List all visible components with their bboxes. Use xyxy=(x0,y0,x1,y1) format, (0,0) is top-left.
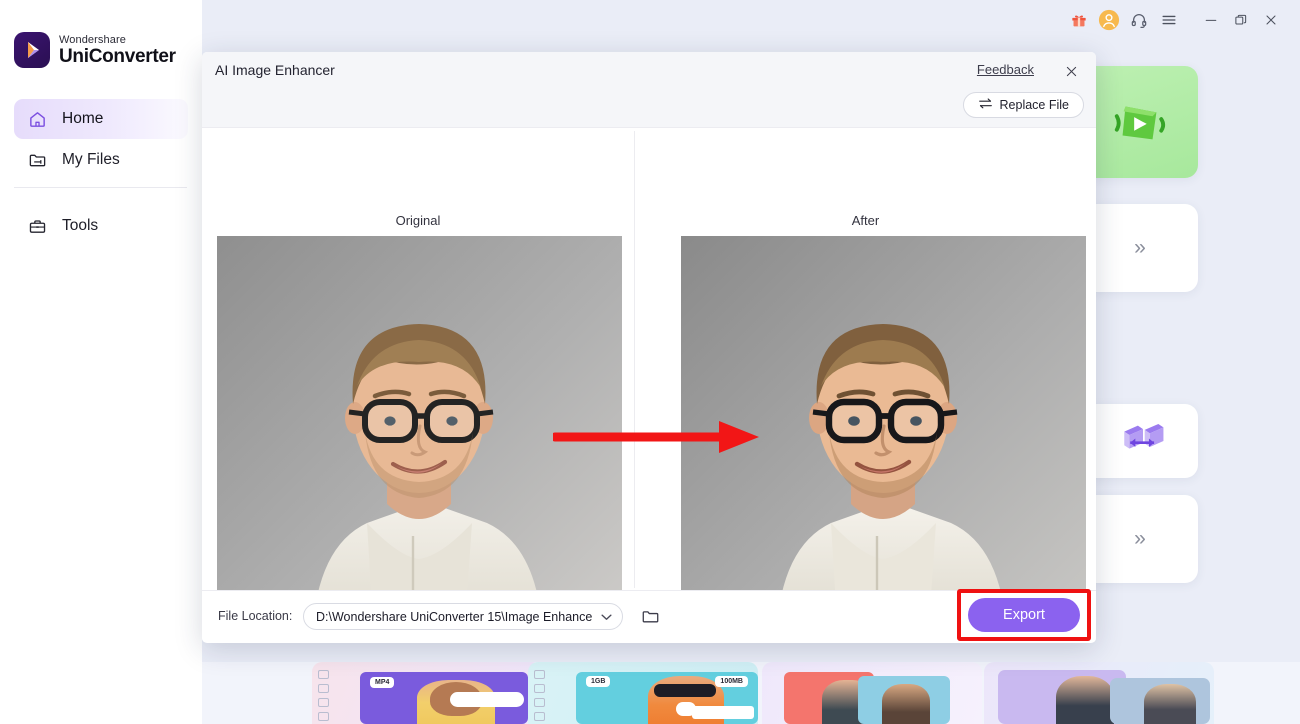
chevron-right-icon: » xyxy=(1134,236,1146,259)
chevron-down-icon xyxy=(601,608,612,626)
video-play-icon xyxy=(1114,106,1166,140)
brand-wondershare: Wondershare xyxy=(59,33,126,46)
promo-card-convert[interactable]: MP4 xyxy=(312,662,542,724)
ai-image-enhancer-dialog: AI Image Enhancer Feedback Replace File xyxy=(202,52,1096,643)
gift-icon[interactable] xyxy=(1064,5,1094,35)
sidebar-divider xyxy=(14,187,187,188)
after-label: After xyxy=(851,213,880,228)
convert-swap-icon xyxy=(1124,423,1164,449)
toolbox-icon xyxy=(26,215,48,237)
comparison-area: Original After xyxy=(202,128,1096,639)
sidebar-item-home[interactable]: Home xyxy=(14,99,188,139)
promo-strip: MP4 1GB 100MB xyxy=(202,662,1300,724)
promo-card-music[interactable] xyxy=(984,662,1214,724)
sidebar-nav-secondary: Tools xyxy=(0,206,202,246)
promo-toolbar xyxy=(534,670,548,724)
promo-badge: MP4 xyxy=(370,677,395,688)
minimize-icon[interactable] xyxy=(1196,5,1226,35)
window-titlebar xyxy=(202,0,1300,40)
home-icon xyxy=(26,108,48,130)
promo-card-audio[interactable] xyxy=(762,662,982,724)
file-location-label: File Location: xyxy=(218,609,293,623)
dialog-footer: File Location: D:\Wondershare UniConvert… xyxy=(202,589,1096,642)
avatar[interactable] xyxy=(1094,5,1124,35)
uniconverter-logo-icon xyxy=(14,32,50,68)
original-pane: Original xyxy=(202,128,634,639)
replace-file-button[interactable]: Replace File xyxy=(962,92,1084,118)
sidebar: Wondershare UniConverter Home My Files T… xyxy=(0,0,202,724)
replace-file-label: Replace File xyxy=(999,98,1069,112)
folder-icon xyxy=(26,149,48,171)
app-window: Wondershare UniConverter Home My Files T… xyxy=(0,0,1300,724)
promo-badge: 1GB xyxy=(586,676,611,687)
promo-badge: 100MB xyxy=(715,676,748,687)
tool-card-more-1[interactable]: » xyxy=(1080,204,1198,292)
tool-card-more-2[interactable]: » xyxy=(1080,495,1198,583)
titlebar-separator xyxy=(1184,11,1196,29)
after-pane: After xyxy=(635,128,1096,639)
promo-toolbar xyxy=(318,670,332,724)
swap-arrows-icon xyxy=(978,97,993,113)
headset-icon[interactable] xyxy=(1124,5,1154,35)
sidebar-nav: Home My Files xyxy=(0,99,202,180)
app-logo: Wondershare UniConverter xyxy=(14,32,176,68)
brand-uniconverter: UniConverter xyxy=(59,45,176,67)
original-label: Original xyxy=(395,213,441,228)
file-location-value: D:\Wondershare UniConverter 15\Image Enh… xyxy=(316,609,593,624)
promo-card-compress[interactable]: 1GB 100MB xyxy=(528,662,758,724)
dialog-title: AI Image Enhancer xyxy=(215,62,335,78)
export-highlight: Export xyxy=(957,589,1091,641)
maximize-icon[interactable] xyxy=(1226,5,1256,35)
sidebar-item-my-files[interactable]: My Files xyxy=(14,140,188,180)
tool-card-green[interactable] xyxy=(1080,66,1198,178)
dialog-header: AI Image Enhancer Feedback Replace File xyxy=(202,52,1096,128)
chevron-right-icon: » xyxy=(1134,527,1146,550)
file-location-select[interactable]: D:\Wondershare UniConverter 15\Image Enh… xyxy=(303,603,623,630)
feedback-link[interactable]: Feedback xyxy=(977,62,1034,77)
browse-folder-button[interactable] xyxy=(639,605,661,627)
sidebar-item-label: My Files xyxy=(62,151,120,168)
hamburger-icon[interactable] xyxy=(1154,5,1184,35)
sidebar-item-label: Tools xyxy=(62,217,99,234)
close-icon[interactable] xyxy=(1256,5,1286,35)
dialog-close-button[interactable] xyxy=(1060,60,1082,82)
sidebar-item-tools[interactable]: Tools xyxy=(14,206,188,246)
export-button[interactable]: Export xyxy=(968,598,1080,632)
right-arrow-annotation xyxy=(550,417,763,462)
sidebar-item-label: Home xyxy=(62,110,104,127)
